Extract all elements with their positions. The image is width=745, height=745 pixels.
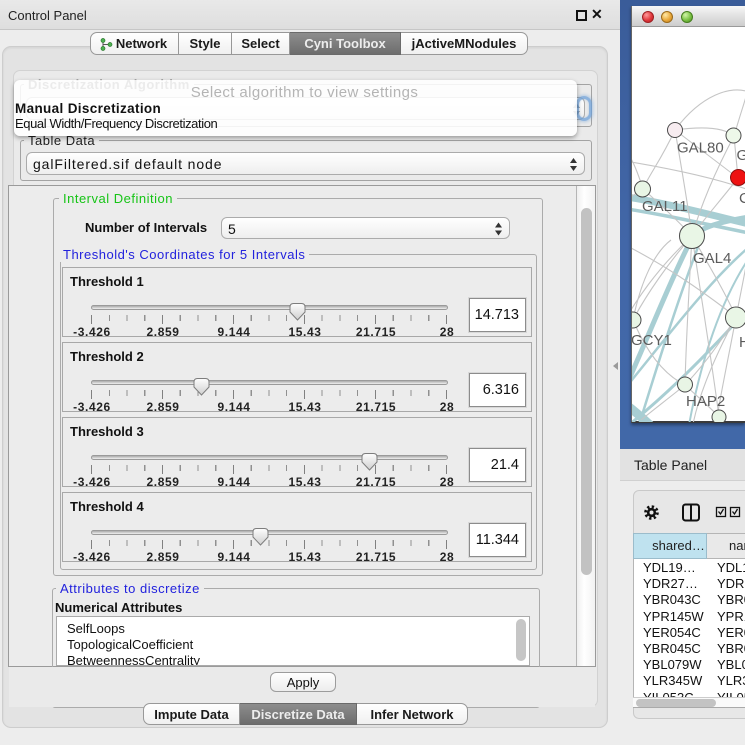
svg-text:H: H [739,334,745,351]
svg-text:GAL80: GAL80 [677,140,724,157]
svg-text:HAP2: HAP2 [686,393,725,410]
svg-text:GAL4: GAL4 [693,250,731,267]
svg-text:G.: G. [737,147,745,164]
svg-text:GAL11: GAL11 [642,198,688,215]
svg-text:C: C [739,190,745,207]
svg-text:GCY1: GCY1 [632,332,672,349]
